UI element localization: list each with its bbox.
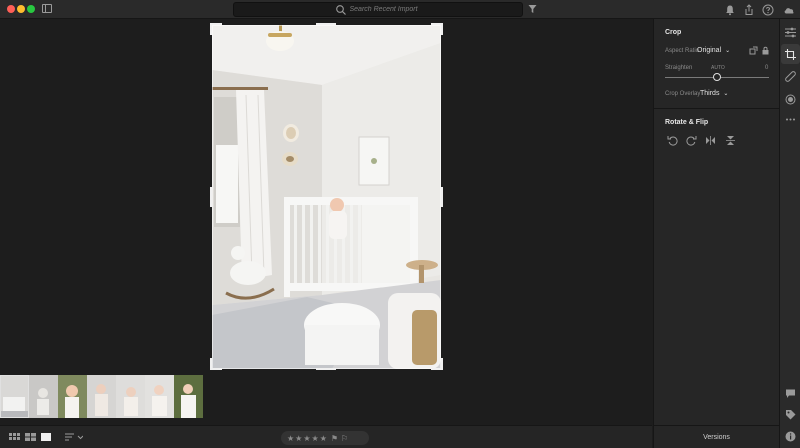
straighten-slider-thumb[interactable] bbox=[713, 73, 721, 81]
chevron-down-icon: ⌄ bbox=[725, 48, 731, 54]
filmstrip-thumb[interactable] bbox=[116, 375, 145, 418]
versions-button[interactable]: Versions bbox=[653, 425, 779, 448]
edit-panel: Crop Aspect Ratio Original ⌄ Straighten … bbox=[653, 19, 780, 425]
photo-preview[interactable] bbox=[212, 25, 441, 369]
section-divider bbox=[654, 108, 780, 109]
filmstrip-thumb[interactable] bbox=[145, 375, 174, 418]
close-window-button[interactable] bbox=[7, 5, 15, 13]
rating-flag-control[interactable]: ★★★★★ ⚑ ⚐ bbox=[281, 431, 369, 445]
crop-handle-left[interactable] bbox=[210, 187, 212, 207]
flip-horizontal-icon[interactable] bbox=[705, 135, 716, 146]
crop-overlay-value: Thirds bbox=[700, 90, 720, 97]
flip-vertical-icon[interactable] bbox=[725, 135, 736, 146]
crop-handle-top-right-v[interactable] bbox=[441, 23, 443, 35]
crop-handle-top[interactable] bbox=[316, 23, 336, 25]
flag-icon[interactable]: ⚑ bbox=[331, 434, 338, 443]
filter-icon[interactable] bbox=[528, 4, 537, 14]
filmstrip-thumb[interactable] bbox=[29, 375, 58, 418]
minimize-window-button[interactable] bbox=[17, 5, 25, 13]
comment-icon[interactable] bbox=[785, 388, 796, 399]
straighten-auto-button[interactable]: AUTO bbox=[711, 65, 725, 71]
share-icon[interactable] bbox=[743, 3, 755, 15]
rotate-left-icon[interactable] bbox=[667, 135, 678, 146]
sidebar-toggle-icon[interactable] bbox=[42, 4, 52, 13]
aspect-ratio-dropdown[interactable]: Original ⌄ bbox=[697, 47, 730, 54]
bottom-toolbar: ★★★★★ ⚑ ⚐ bbox=[0, 425, 652, 448]
search-box[interactable] bbox=[233, 2, 523, 17]
more-icon[interactable] bbox=[785, 114, 796, 125]
filmstrip bbox=[0, 375, 203, 418]
reject-flag-icon[interactable]: ⚐ bbox=[341, 434, 348, 443]
grid-large-icon[interactable] bbox=[25, 432, 36, 442]
cloud-icon[interactable] bbox=[783, 3, 795, 15]
tag-icon[interactable] bbox=[785, 409, 796, 420]
filmstrip-thumb[interactable] bbox=[87, 375, 116, 418]
search-input[interactable] bbox=[349, 6, 422, 13]
title-bar bbox=[0, 0, 800, 19]
single-view-icon[interactable] bbox=[41, 432, 52, 442]
help-icon[interactable] bbox=[762, 3, 774, 16]
filmstrip-thumb[interactable] bbox=[58, 375, 87, 418]
nursery-photo-icon bbox=[212, 25, 441, 369]
rotate-flip-section-title: Rotate & Flip bbox=[665, 119, 709, 126]
crop-section-title: Crop bbox=[665, 29, 682, 36]
crop-handle-top-left-v[interactable] bbox=[210, 23, 212, 35]
aspect-ratio-value: Original bbox=[697, 47, 722, 54]
rotate-right-icon[interactable] bbox=[686, 135, 697, 146]
crop-handle-right[interactable] bbox=[441, 187, 443, 207]
photo-canvas bbox=[0, 19, 652, 425]
crop-icon[interactable] bbox=[785, 49, 796, 60]
info-icon[interactable] bbox=[785, 431, 796, 442]
lock-icon[interactable] bbox=[761, 46, 770, 55]
chevron-down-icon: ⌄ bbox=[723, 91, 729, 97]
search-icon bbox=[335, 4, 346, 15]
zoom-window-button[interactable] bbox=[27, 5, 35, 13]
aspect-ratio-label: Aspect Ratio bbox=[665, 48, 700, 54]
grid-small-icon[interactable] bbox=[9, 432, 20, 442]
filmstrip-thumb[interactable] bbox=[0, 375, 29, 418]
bell-icon[interactable] bbox=[724, 3, 736, 16]
crop-overlay-label: Crop Overlay bbox=[665, 91, 701, 97]
rotate-crop-icon[interactable] bbox=[749, 46, 758, 55]
filmstrip-thumb[interactable] bbox=[174, 375, 203, 418]
sort-icon[interactable] bbox=[65, 432, 83, 442]
crop-handle-bottom-left-v[interactable] bbox=[210, 358, 212, 370]
straighten-value[interactable]: 0 bbox=[765, 65, 768, 71]
tool-rail bbox=[779, 19, 800, 448]
sliders-icon[interactable] bbox=[785, 27, 796, 38]
bandage-icon[interactable] bbox=[785, 71, 796, 82]
crop-overlay-dropdown[interactable]: Thirds ⌄ bbox=[700, 90, 728, 97]
crop-handle-bottom[interactable] bbox=[316, 368, 336, 370]
mask-icon[interactable] bbox=[785, 94, 796, 105]
straighten-label: Straighten bbox=[665, 65, 693, 71]
crop-handle-bottom-right-v[interactable] bbox=[441, 358, 443, 370]
star-rating[interactable]: ★★★★★ bbox=[287, 434, 328, 443]
